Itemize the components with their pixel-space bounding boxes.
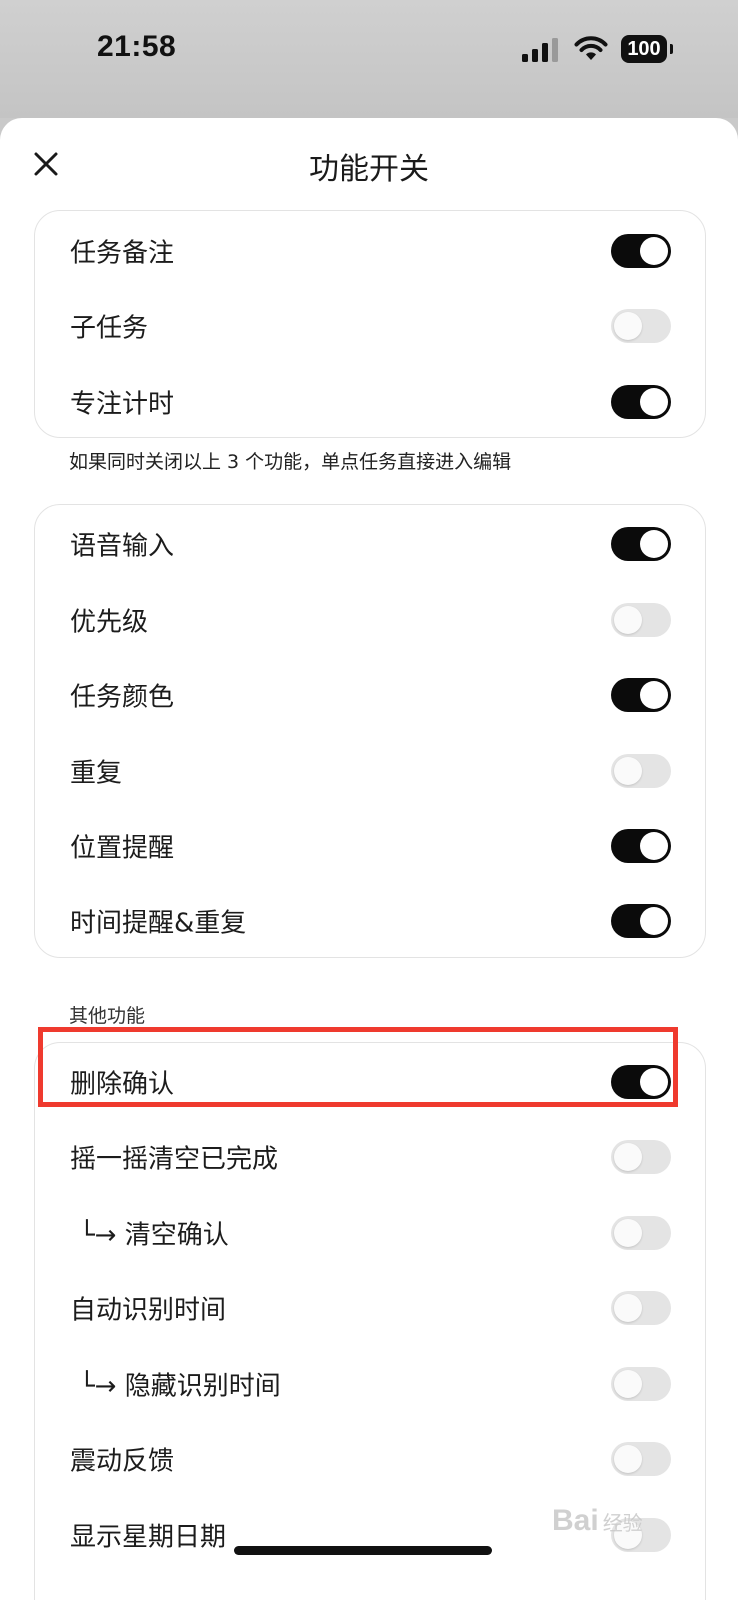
toggle-switch[interactable] (611, 384, 671, 419)
setting-row-priority[interactable]: 优先级 (35, 581, 705, 658)
toggle-switch[interactable] (611, 233, 671, 268)
setting-label: 任务颜色 (70, 682, 175, 712)
section-title-other: 其他功能 (69, 1005, 146, 1027)
toggle-knob (640, 1067, 668, 1096)
toggle-switch[interactable] (611, 526, 671, 561)
toggle-switch[interactable] (611, 602, 671, 637)
setting-row-clear-confirm[interactable]: └→ 清空确认 (35, 1194, 705, 1271)
battery-icon: 100 (621, 35, 673, 63)
setting-label: 任务备注 (70, 238, 175, 268)
wifi-icon (574, 36, 608, 60)
group-task-features: 任务备注 子任务 专注计时 (34, 210, 706, 438)
setting-row-hide-detected-time[interactable]: └→ 隐藏识别时间 (35, 1345, 705, 1422)
setting-label: 自动识别时间 (70, 1295, 227, 1325)
toggle-knob (614, 1369, 642, 1398)
toggle-switch[interactable] (611, 828, 671, 863)
page-title: 功能开关 (309, 152, 429, 187)
setting-row-delete-confirm[interactable]: 删除确认 (35, 1043, 705, 1120)
setting-row-subtasks[interactable]: 子任务 (35, 287, 705, 364)
toggle-switch[interactable] (611, 1064, 671, 1099)
setting-label: 重复 (70, 758, 123, 788)
toggle-switch[interactable] (611, 753, 671, 788)
setting-row-voice-input[interactable]: 语音输入 (35, 505, 705, 582)
setting-row-focus-timer[interactable]: 专注计时 (35, 363, 705, 440)
toggle-knob (614, 311, 642, 340)
watermark-sub: 经验 (602, 1513, 643, 1535)
status-time: 21:58 (97, 30, 177, 63)
toggle-knob (640, 529, 668, 558)
setting-row-repeat[interactable]: 重复 (35, 732, 705, 809)
toggle-switch[interactable] (611, 903, 671, 938)
toggle-knob (614, 605, 642, 634)
setting-label: 子任务 (70, 313, 149, 343)
toggle-switch[interactable] (611, 1366, 671, 1401)
toggle-knob (640, 236, 668, 265)
setting-row-auto-detect-time[interactable]: 自动识别时间 (35, 1269, 705, 1346)
group-task-attributes: 语音输入 优先级 任务颜色 重复 位置提醒 时间提醒&重复 (34, 504, 706, 958)
toggle-switch[interactable] (611, 677, 671, 712)
toggle-switch[interactable] (611, 308, 671, 343)
cellular-signal-icon (522, 38, 558, 62)
setting-label: 时间提醒&重复 (70, 908, 247, 938)
home-indicator[interactable] (234, 1546, 492, 1555)
group-note: 如果同时关闭以上 3 个功能，单点任务直接进入编辑 (69, 451, 512, 473)
toggle-knob (640, 906, 668, 935)
setting-row-haptic-feedback[interactable]: 震动反馈 (35, 1420, 705, 1497)
setting-label: 显示星期日期 (70, 1522, 227, 1552)
setting-row-task-notes[interactable]: 任务备注 (35, 212, 705, 289)
toggle-knob (640, 680, 668, 709)
setting-row-task-color[interactable]: 任务颜色 (35, 656, 705, 733)
setting-label: 摇一摇清空已完成 (70, 1144, 279, 1174)
toggle-knob (614, 1142, 642, 1171)
toggle-switch[interactable] (611, 1215, 671, 1250)
toggle-switch[interactable] (611, 1441, 671, 1476)
setting-label: 震动反馈 (70, 1446, 175, 1476)
watermark: Bai 经验 (552, 1504, 643, 1538)
toggle-knob (614, 1218, 642, 1247)
toggle-switch[interactable] (611, 1139, 671, 1174)
toggle-knob (640, 831, 668, 860)
setting-label: 语音输入 (70, 531, 175, 561)
setting-label: 优先级 (70, 607, 149, 637)
toggle-knob (614, 756, 642, 785)
setting-label: 专注计时 (70, 389, 175, 419)
setting-row-time-reminder-repeat[interactable]: 时间提醒&重复 (35, 882, 705, 959)
setting-label: 位置提醒 (70, 833, 175, 863)
toggle-knob (640, 387, 668, 416)
setting-row-shake-clear[interactable]: 摇一摇清空已完成 (35, 1118, 705, 1195)
toggle-knob (614, 1293, 642, 1322)
setting-row-location-reminder[interactable]: 位置提醒 (35, 807, 705, 884)
setting-label: └→ 隐藏识别时间 (79, 1371, 281, 1401)
status-bar: 21:58 100 (0, 0, 738, 118)
watermark-text: Bai (552, 1504, 599, 1537)
feature-toggles-sheet: 功能开关 任务备注 子任务 专注计时 如果同时关闭以上 3 个功能，单点任务直接… (0, 118, 738, 1600)
setting-label: 删除确认 (70, 1069, 175, 1099)
setting-label: └→ 清空确认 (79, 1220, 229, 1250)
toggle-knob (614, 1444, 642, 1473)
toggle-switch[interactable] (611, 1290, 671, 1325)
